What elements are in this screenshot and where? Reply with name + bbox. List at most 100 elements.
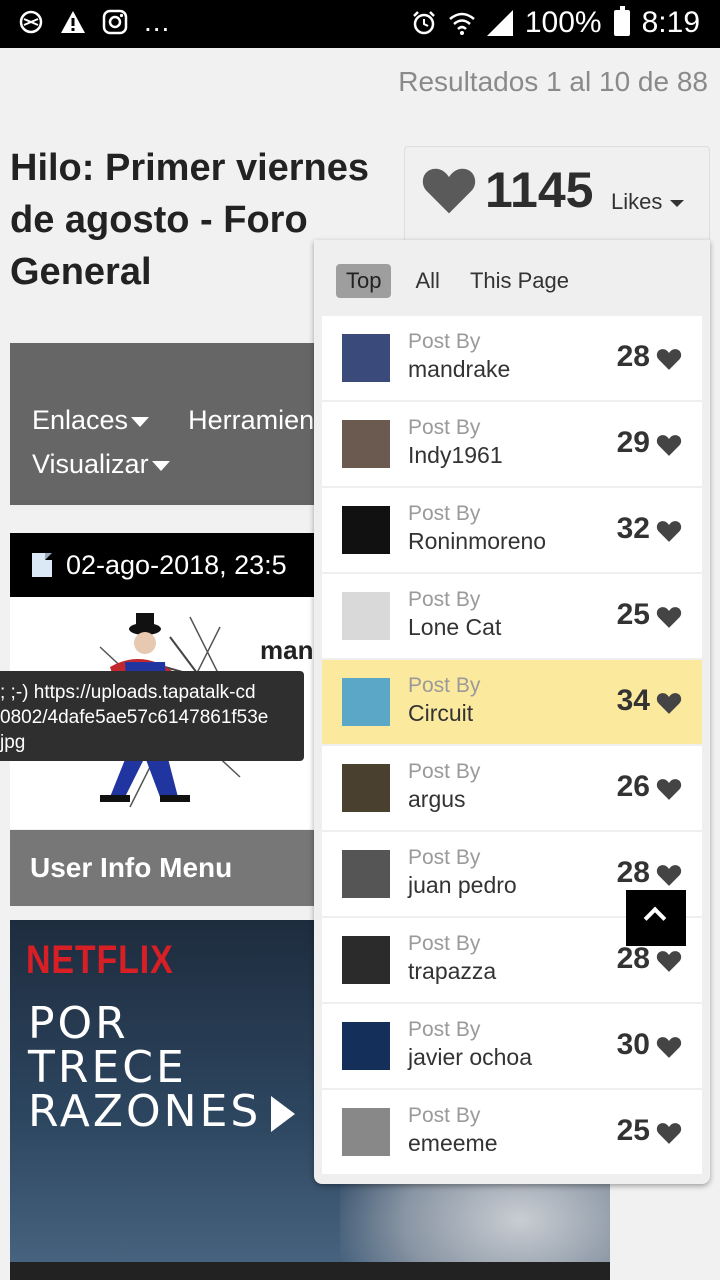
likes-list-item[interactable]: Post By argus 26: [322, 746, 702, 830]
likes-count: 1145: [485, 162, 594, 218]
links-menu[interactable]: Enlaces: [32, 405, 150, 435]
play-icon: [271, 1096, 296, 1132]
like-count: 28: [616, 942, 650, 975]
like-count: 34: [616, 684, 650, 717]
caret-down-icon: [670, 199, 685, 207]
post-by-label: Post By: [408, 588, 481, 611]
user-avatar[interactable]: [342, 1108, 390, 1156]
like-count: 28: [616, 340, 650, 373]
heart-icon: [656, 433, 682, 462]
like-count: 29: [616, 426, 650, 459]
likes-list-item[interactable]: Post By mandrake 28: [322, 316, 702, 400]
username[interactable]: Indy1961: [408, 442, 503, 469]
username[interactable]: javier ochoa: [408, 1044, 532, 1071]
username[interactable]: Roninmoreno: [408, 528, 546, 555]
user-avatar[interactable]: [342, 1022, 390, 1070]
caret-down-icon: [151, 460, 170, 471]
tooltip-line: jpg: [0, 732, 26, 753]
likes-list-item[interactable]: Post By Roninmoreno 32: [322, 488, 702, 572]
username[interactable]: argus: [408, 786, 466, 813]
post-by-label: Post By: [408, 674, 481, 697]
like-count: 26: [616, 770, 650, 803]
link-tooltip: ; ;-) https://uploads.tapatalk-cd 0802/4…: [0, 671, 304, 761]
user-avatar[interactable]: [342, 850, 390, 898]
app-notification-icon: [19, 10, 43, 34]
thread-menu: Enlaces Herramient Visualizar: [10, 343, 330, 505]
banner-title: POR TRECE RAZONES: [28, 998, 296, 1137]
post-by-label: Post By: [408, 1104, 481, 1127]
banner-title-line: TRECE: [28, 1042, 187, 1093]
view-menu-label: Visualizar: [32, 449, 149, 479]
heart-icon: [422, 168, 476, 214]
tab-all[interactable]: All: [409, 264, 445, 298]
heart-icon: [656, 949, 682, 978]
warning-icon: [61, 11, 85, 33]
links-menu-label: Enlaces: [32, 405, 129, 435]
likes-list-item[interactable]: Post By emeeme 25: [322, 1090, 702, 1174]
status-bar: ... 100% 8:19: [0, 0, 720, 48]
like-count: 25: [616, 598, 650, 631]
username[interactable]: Lone Cat: [408, 614, 501, 641]
back-to-top-button[interactable]: [626, 890, 686, 946]
username[interactable]: trapazza: [408, 958, 496, 985]
like-count: 30: [616, 1028, 650, 1061]
likes-list-item[interactable]: Post By javier ochoa 30: [322, 1004, 702, 1088]
user-avatar[interactable]: [342, 506, 390, 554]
username[interactable]: emeeme: [408, 1130, 497, 1157]
results-count: Resultados 1 al 10 de 88: [398, 66, 708, 97]
post-by-label: Post By: [408, 846, 481, 869]
likes-list-item[interactable]: Post By Lone Cat 25: [322, 574, 702, 658]
chevron-up-icon: [643, 906, 667, 930]
likes-dropdown-toggle[interactable]: Likes: [611, 189, 685, 215]
post-by-label: Post By: [408, 760, 481, 783]
author-username[interactable]: man: [260, 635, 313, 666]
heart-icon: [656, 1121, 682, 1150]
likes-dropdown: Top All This Page Post By mandrake 28 Post …: [314, 240, 710, 1184]
post-by-label: Post By: [408, 330, 481, 353]
wifi-icon: [449, 12, 475, 35]
likes-list: Post By mandrake 28 Post By Indy1961 29 Post B…: [322, 316, 702, 1176]
username[interactable]: Circuit: [408, 700, 473, 727]
battery-percentage: 100%: [524, 6, 602, 39]
tab-top[interactable]: Top: [336, 264, 392, 298]
banner-title-line: RAZONES: [28, 1086, 262, 1137]
post-by-label: Post By: [408, 502, 481, 525]
heart-icon: [656, 347, 682, 376]
battery-icon: [613, 6, 630, 36]
likes-label: Likes: [611, 189, 663, 214]
view-menu[interactable]: Visualizar: [32, 449, 170, 479]
username[interactable]: mandrake: [408, 356, 510, 383]
heart-icon: [656, 863, 682, 892]
tab-this-page[interactable]: This Page: [464, 264, 575, 298]
heart-icon: [656, 1035, 682, 1064]
caret-down-icon: [131, 416, 150, 427]
heart-icon: [656, 605, 682, 634]
heart-icon: [656, 691, 682, 720]
post-date-bar: 02-ago-2018, 23:5: [10, 533, 330, 597]
user-avatar[interactable]: [342, 936, 390, 984]
user-avatar[interactable]: [342, 420, 390, 468]
username[interactable]: juan pedro: [408, 872, 517, 899]
screen: ... 100% 8:19 Resultados 1 al 10 de 88 H…: [0, 0, 720, 1280]
heart-icon: [656, 519, 682, 548]
user-avatar[interactable]: [342, 764, 390, 812]
document-icon: [32, 552, 52, 577]
likes-list-item[interactable]: Post By Indy1961 29: [322, 402, 702, 486]
post-date: 02-ago-2018, 23:5: [66, 550, 287, 580]
like-count: 28: [616, 856, 650, 889]
tools-menu[interactable]: Herramient: [188, 405, 322, 435]
likes-summary[interactable]: 1145 Likes: [404, 146, 710, 242]
more-notifications-indicator: ...: [144, 6, 171, 37]
user-avatar[interactable]: [342, 334, 390, 382]
post-by-label: Post By: [408, 932, 481, 955]
user-info-menu[interactable]: User Info Menu: [10, 830, 330, 906]
user-avatar[interactable]: [342, 592, 390, 640]
user-avatar[interactable]: [342, 678, 390, 726]
like-count: 25: [616, 1114, 650, 1147]
likes-list-item[interactable]: Post By Circuit 34: [322, 660, 702, 744]
clock: 8:19: [641, 6, 700, 39]
signal-icon: [486, 10, 513, 36]
post-by-label: Post By: [408, 416, 481, 439]
banner-footer: [10, 1262, 610, 1280]
banner-title-line: POR: [28, 998, 129, 1049]
